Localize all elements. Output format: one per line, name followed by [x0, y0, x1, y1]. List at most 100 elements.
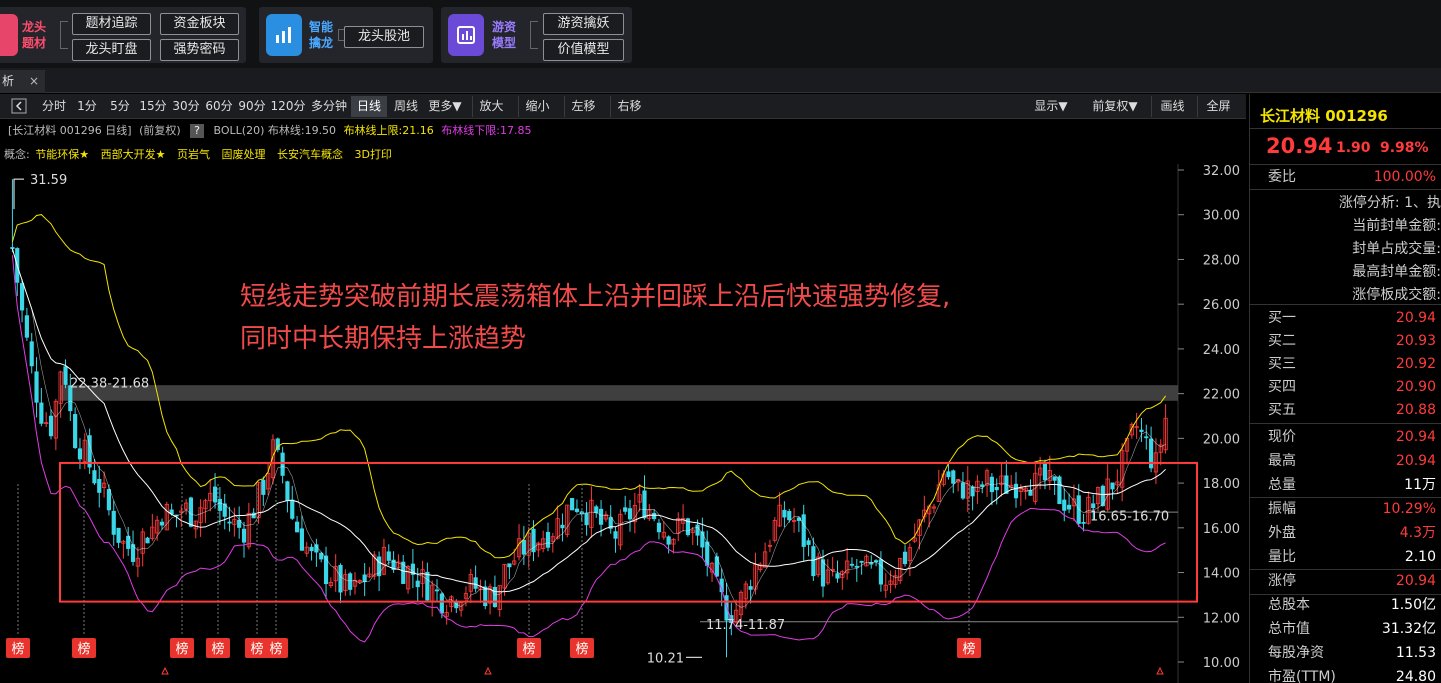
- topic-tracking-button[interactable]: 题材追踪: [72, 13, 151, 35]
- bang-label: 榜: [77, 641, 90, 657]
- toolbar-period-4[interactable]: 30分: [170, 96, 202, 117]
- bang-label: 榜: [962, 641, 975, 657]
- concept-item[interactable]: 固废处理: [221, 148, 265, 161]
- concept-item[interactable]: 长安汽车概念: [277, 148, 343, 161]
- candle-body: [159, 521, 165, 526]
- bang-label: 榜: [211, 641, 224, 657]
- tab-analysis[interactable]: 析 ×: [0, 70, 45, 93]
- strength-code-button[interactable]: 强势密码: [160, 39, 239, 61]
- close-icon[interactable]: ×: [29, 70, 39, 92]
- toolbar-action-0[interactable]: 放大: [472, 96, 510, 117]
- kline-chart[interactable]: 32.00 30.00 28.00 26.00 24.00 22.00 20.00 18.00…: [0, 164, 1246, 683]
- candle-body: [261, 479, 266, 495]
- candle-body: [623, 507, 628, 512]
- row-label: 最高: [1268, 453, 1296, 469]
- concept-item[interactable]: 3D打印: [354, 148, 391, 161]
- resistance-band: [60, 385, 1178, 623]
- limit-analysis-row: 当前封单金额:: [1352, 218, 1441, 234]
- module-leader-theme: 龙头 题材 题材追踪 资金板块 龙头盯盘 强势密码: [0, 7, 246, 63]
- leader-watch-button[interactable]: 龙头盯盘: [72, 39, 151, 61]
- quote-change: 1.90: [1336, 140, 1371, 156]
- quote-stats3-row: 涨停 20.94: [1250, 570, 1441, 592]
- toolbar-period-5[interactable]: 60分: [203, 96, 235, 117]
- candle-body: [1013, 483, 1019, 499]
- row-value: 20.94: [1395, 573, 1436, 589]
- candle-body: [63, 366, 68, 385]
- help-icon[interactable]: ?: [190, 124, 205, 138]
- candle-body: [77, 448, 83, 460]
- divider: [1250, 304, 1441, 305]
- toolbar-period-3[interactable]: 15分: [137, 96, 169, 117]
- toolbar-period-1[interactable]: 1分: [71, 96, 103, 117]
- candle-body: [859, 560, 864, 563]
- quote-stats4-row: 总股本 1.50亿: [1250, 594, 1441, 616]
- toolbar-adjust-dropdown[interactable]: 前复权▼: [1083, 96, 1147, 117]
- price-grid: 32.00 30.00 28.00 26.00 24.00 22.00 20.00 18.00…: [1178, 164, 1240, 671]
- row-label: 买五: [1268, 402, 1296, 418]
- concept-item[interactable]: 页岩气: [177, 148, 210, 161]
- bang-label: 榜: [522, 641, 535, 657]
- toolbar-period-2[interactable]: 5分: [104, 96, 136, 117]
- candle-body: [348, 573, 353, 590]
- row-value: 4.3万: [1399, 525, 1436, 541]
- toolbar-action-1[interactable]: 缩小: [518, 96, 556, 117]
- bracket: [60, 21, 68, 49]
- y-tick-label: 28.00: [1203, 253, 1240, 268]
- candle-body: [227, 521, 232, 524]
- candle-body: [217, 498, 222, 511]
- toolbar-period-6[interactable]: 90分: [236, 96, 268, 117]
- leader-pool-button[interactable]: 龙头股池: [344, 26, 424, 48]
- toolbar-fullscreen-button[interactable]: 全屏: [1197, 96, 1239, 117]
- candle-body: [835, 573, 840, 579]
- row-value: 2.10: [1404, 549, 1436, 565]
- consolidation-box: [59, 461, 1198, 603]
- candle-body: [1042, 463, 1048, 481]
- weibi-row: 委比 100.00%: [1250, 166, 1441, 188]
- candle-body: [97, 478, 102, 493]
- quote-panel: 长江材料 001296 20.94 1.90 9.98% 委比 100.00% …: [1249, 94, 1441, 683]
- hot-money-button[interactable]: 游资擒妖: [543, 13, 624, 35]
- toolbar-display-dropdown[interactable]: 显示▼: [1024, 96, 1078, 117]
- weibi-label: 委比: [1268, 169, 1296, 185]
- quote-stats2-row: 量比 2.10: [1250, 546, 1441, 568]
- y-tick-label: 16.00: [1203, 522, 1240, 537]
- chart-icon: [266, 14, 302, 56]
- toolbar-period-10[interactable]: 周线: [388, 96, 424, 117]
- y-tick-label: 18.00: [1203, 477, 1240, 492]
- collapse-icon[interactable]: [9, 96, 29, 117]
- value-model-button[interactable]: 价值模型: [543, 39, 624, 61]
- row-value: 24.80: [1395, 669, 1436, 683]
- toolbar-period-0[interactable]: 分时: [38, 96, 70, 117]
- toolbar-action-2[interactable]: 左移: [564, 96, 602, 117]
- candle-body: [584, 512, 589, 526]
- candle-body: [1139, 429, 1144, 432]
- candle-body: [574, 508, 580, 512]
- concept-item[interactable]: 西部大开发★: [101, 148, 166, 161]
- candle-body: [314, 544, 319, 553]
- fund-sector-button[interactable]: 资金板块: [160, 13, 239, 35]
- toolbar-draw-button[interactable]: 画线: [1151, 96, 1193, 117]
- candle-body: [294, 521, 300, 533]
- candle-body: [309, 546, 314, 552]
- candle-body: [970, 486, 975, 497]
- candle-body: [946, 471, 951, 478]
- toolbar-period-11[interactable]: 更多▼: [425, 96, 465, 117]
- candle-body: [994, 486, 999, 491]
- toolbar-period-8[interactable]: 多分钟: [308, 96, 350, 117]
- stock-label: [长江材料 001296 日线]: [8, 124, 132, 137]
- toolbar-action-3[interactable]: 右移: [610, 96, 648, 117]
- module-title: 游资 模型: [492, 20, 517, 50]
- row-label: 总市值: [1268, 621, 1310, 637]
- concept-item[interactable]: 节能环保★: [35, 148, 89, 161]
- quote-bids-row: 买四 20.90: [1250, 376, 1441, 398]
- candle-body: [290, 499, 295, 519]
- candle-body: [666, 536, 671, 545]
- candle-body: [415, 580, 420, 588]
- low-label: 10.21: [647, 651, 684, 666]
- toolbar-period-9[interactable]: 日线: [351, 96, 387, 117]
- candle-body: [1062, 499, 1067, 511]
- candle-body: [241, 528, 247, 543]
- candle-body: [362, 574, 367, 583]
- candle-body: [782, 509, 787, 518]
- toolbar-period-7[interactable]: 120分: [269, 96, 307, 117]
